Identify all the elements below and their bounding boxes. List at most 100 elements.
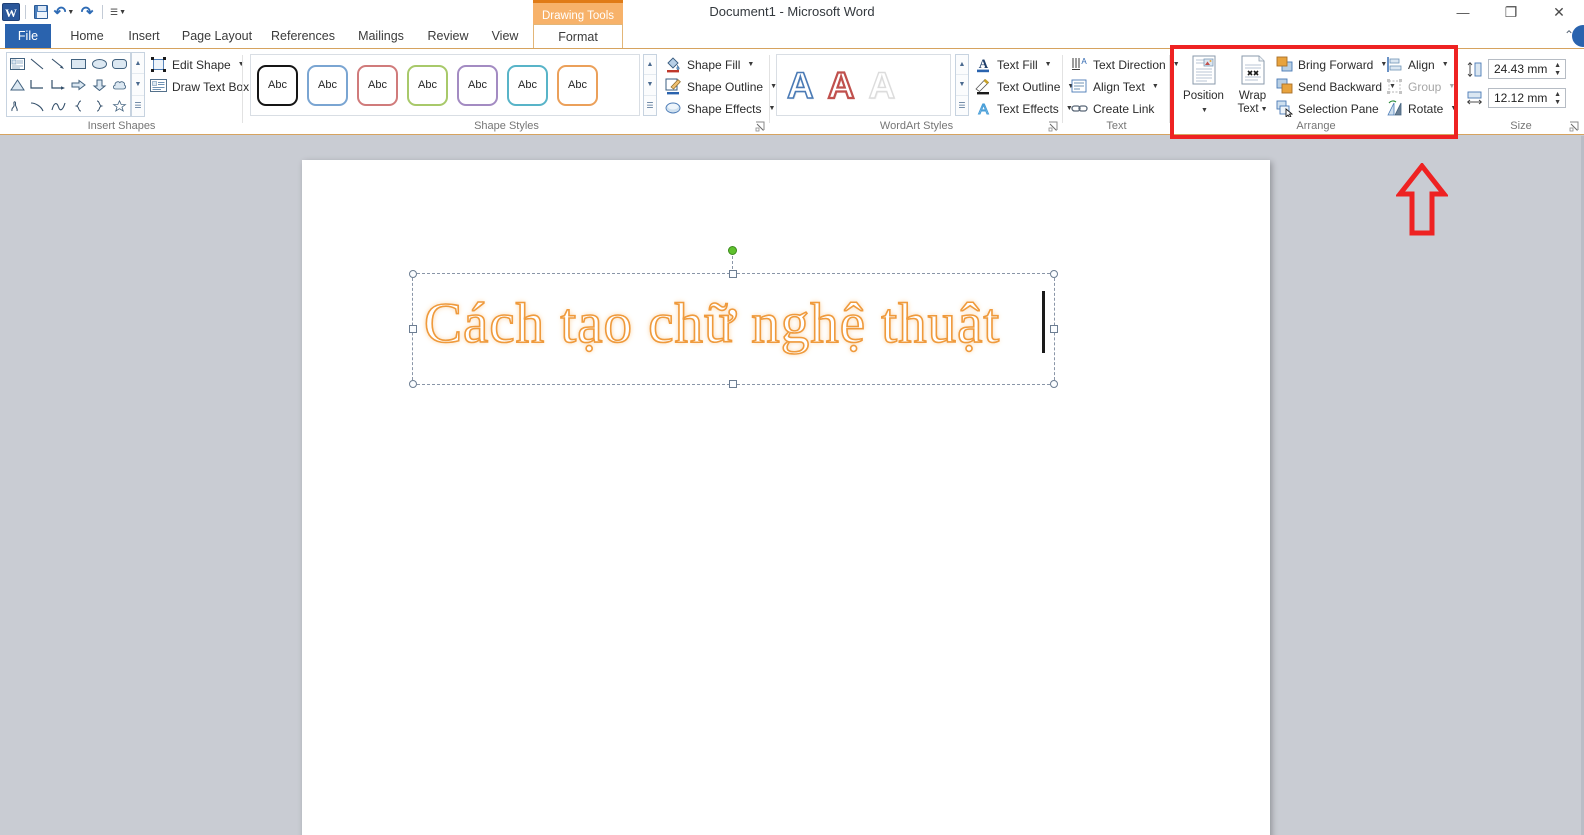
tab-insert[interactable]: Insert bbox=[118, 24, 170, 49]
shape-text-box-icon[interactable] bbox=[7, 53, 28, 74]
send-backward-button[interactable]: Send Backward ▼ bbox=[1276, 76, 1396, 97]
position-button[interactable]: Position ▼ bbox=[1180, 53, 1227, 117]
tab-mailings[interactable]: Mailings bbox=[347, 24, 415, 49]
shape-styles-scroll-down-icon[interactable]: ▼ bbox=[644, 75, 656, 96]
wordart-scroll-down-icon[interactable]: ▼ bbox=[956, 75, 968, 96]
shape-down-arrow-icon[interactable] bbox=[89, 74, 110, 95]
shape-elbow-arrow-connector-icon[interactable] bbox=[48, 74, 69, 95]
resize-handle-top-left[interactable] bbox=[409, 270, 417, 278]
wordart-thumb-3[interactable]: A bbox=[868, 66, 896, 104]
create-link-button[interactable]: Create Link bbox=[1071, 98, 1154, 119]
resize-handle-middle-left[interactable] bbox=[409, 325, 417, 333]
shape-cloud-icon[interactable] bbox=[110, 74, 131, 95]
tab-file[interactable]: File bbox=[5, 24, 51, 49]
resize-handle-bottom-center[interactable] bbox=[729, 380, 737, 388]
text-outline-button[interactable]: Text Outline ▼ bbox=[975, 76, 1074, 97]
shapes-more-icon[interactable]: ☰ bbox=[132, 96, 144, 116]
shape-style-thumb-3[interactable]: Abc bbox=[357, 64, 398, 106]
shape-styles-dialog-launcher[interactable] bbox=[755, 121, 766, 132]
shape-style-thumb-7[interactable]: Abc bbox=[557, 64, 598, 106]
shape-scribble-icon[interactable] bbox=[7, 95, 28, 116]
rotate-button[interactable]: Rotate ▼ bbox=[1386, 98, 1457, 119]
shape-style-thumb-4[interactable]: Abc bbox=[407, 64, 448, 106]
wordart-styles-scrollbar[interactable]: ▲ ▼ ☰ bbox=[955, 54, 969, 116]
wordart-scroll-up-icon[interactable]: ▲ bbox=[956, 55, 968, 76]
wordart-styles-gallery[interactable]: A A A bbox=[776, 54, 951, 116]
tab-view[interactable]: View bbox=[481, 24, 529, 49]
shape-fill-chevron-down-icon[interactable]: ▼ bbox=[747, 61, 754, 68]
word-app-icon[interactable]: W bbox=[2, 3, 20, 21]
shape-styles-scroll-up-icon[interactable]: ▲ bbox=[644, 55, 656, 76]
shape-oval-icon[interactable] bbox=[89, 53, 110, 74]
group-button[interactable]: Group ▼ bbox=[1386, 76, 1455, 97]
width-up-icon[interactable]: ▲ bbox=[1554, 91, 1561, 99]
help-circle-icon[interactable] bbox=[1572, 25, 1584, 47]
height-up-icon[interactable]: ▲ bbox=[1554, 62, 1561, 70]
resize-handle-middle-right[interactable] bbox=[1050, 325, 1058, 333]
save-button[interactable] bbox=[31, 2, 51, 22]
wrap-text-chevron-down-icon[interactable]: ▼ bbox=[1261, 103, 1268, 116]
wordart-text[interactable]: Cách tạo chữ nghệ thuật bbox=[423, 288, 1000, 360]
text-direction-button[interactable]: A Text Direction ▼ bbox=[1071, 54, 1180, 75]
resize-handle-bottom-right[interactable] bbox=[1050, 380, 1058, 388]
shape-style-thumb-1[interactable]: Abc bbox=[257, 64, 298, 106]
shape-style-thumb-2[interactable]: Abc bbox=[307, 64, 348, 106]
undo-button[interactable]: ↶ ▼ bbox=[54, 2, 75, 22]
shapes-scroll-down-icon[interactable]: ▼ bbox=[132, 74, 144, 96]
height-down-icon[interactable]: ▼ bbox=[1554, 70, 1561, 78]
shape-outline-button[interactable]: Shape Outline ▼ bbox=[665, 76, 777, 97]
undo-chevron-down-icon[interactable]: ▼ bbox=[67, 9, 74, 16]
shape-line-arrow-icon[interactable] bbox=[48, 53, 69, 74]
wordart-more-icon[interactable]: ☰ bbox=[956, 96, 968, 115]
text-effects-button[interactable]: A Text Effects ▼ bbox=[975, 98, 1073, 119]
align-chevron-down-icon[interactable]: ▼ bbox=[1442, 61, 1449, 68]
shape-star-icon[interactable] bbox=[110, 95, 131, 116]
position-chevron-down-icon[interactable]: ▼ bbox=[1201, 104, 1208, 117]
align-text-button[interactable]: Align Text ▼ bbox=[1071, 76, 1159, 97]
shape-width-stepper[interactable]: ▲ ▼ bbox=[1554, 90, 1561, 108]
shape-height-stepper[interactable]: ▲ ▼ bbox=[1554, 61, 1561, 79]
shape-height-input[interactable]: 24.43 mm ▲ ▼ bbox=[1488, 59, 1566, 79]
shapes-scroll-up-icon[interactable]: ▲ bbox=[132, 53, 144, 75]
shape-right-arrow-icon[interactable] bbox=[69, 74, 90, 95]
width-down-icon[interactable]: ▼ bbox=[1554, 99, 1561, 107]
shape-effects-button[interactable]: Shape Effects ▼ bbox=[665, 98, 775, 119]
rotate-handle[interactable] bbox=[728, 246, 737, 255]
tab-page-layout[interactable]: Page Layout bbox=[174, 24, 260, 49]
shape-styles-more-icon[interactable]: ☰ bbox=[644, 96, 656, 115]
shape-curve-icon[interactable] bbox=[48, 95, 69, 116]
tab-home[interactable]: Home bbox=[60, 24, 114, 49]
shape-isosceles-triangle-icon[interactable] bbox=[7, 74, 28, 95]
shape-rectangle-icon[interactable] bbox=[69, 53, 90, 74]
bring-forward-button[interactable]: Bring Forward ▼ bbox=[1276, 54, 1387, 75]
tab-format[interactable]: Format bbox=[533, 24, 623, 49]
shape-elbow-connector-icon[interactable] bbox=[28, 74, 49, 95]
align-button[interactable]: Align ▼ bbox=[1386, 54, 1449, 75]
redo-button[interactable]: ↷ bbox=[77, 2, 97, 22]
resize-handle-top-center[interactable] bbox=[729, 270, 737, 278]
restore-button[interactable]: ❐ bbox=[1502, 5, 1520, 19]
shape-style-thumb-5[interactable]: Abc bbox=[457, 64, 498, 106]
wrap-text-button[interactable]: Wrap Text ▼ bbox=[1229, 53, 1276, 117]
align-text-chevron-down-icon[interactable]: ▼ bbox=[1152, 83, 1159, 90]
document-page[interactable] bbox=[302, 160, 1270, 835]
selection-pane-button[interactable]: Selection Pane bbox=[1276, 98, 1379, 119]
shape-styles-scrollbar[interactable]: ▲ ▼ ☰ bbox=[643, 54, 657, 116]
shape-styles-gallery[interactable]: Abc Abc Abc Abc Abc Abc Abc bbox=[250, 54, 640, 116]
customize-qat-button[interactable]: ☰ ▼ bbox=[108, 2, 128, 22]
text-fill-chevron-down-icon[interactable]: ▼ bbox=[1045, 61, 1052, 68]
resize-handle-bottom-left[interactable] bbox=[409, 380, 417, 388]
shape-arc-icon[interactable] bbox=[28, 95, 49, 116]
close-button[interactable]: ✕ bbox=[1550, 5, 1568, 19]
shape-width-input[interactable]: 12.12 mm ▲ ▼ bbox=[1488, 88, 1566, 108]
shape-fill-button[interactable]: Shape Fill ▼ bbox=[665, 54, 754, 75]
text-fill-button[interactable]: A Text Fill ▼ bbox=[975, 54, 1052, 75]
wordart-styles-dialog-launcher[interactable] bbox=[1048, 121, 1059, 132]
tab-review[interactable]: Review bbox=[418, 24, 478, 49]
size-dialog-launcher[interactable] bbox=[1569, 121, 1580, 132]
edit-shape-button[interactable]: Edit Shape ▼ bbox=[150, 54, 245, 75]
shape-right-brace-icon[interactable] bbox=[89, 95, 110, 116]
shape-rounded-rectangle-icon[interactable] bbox=[110, 53, 131, 74]
shapes-gallery[interactable] bbox=[6, 52, 131, 117]
resize-handle-top-right[interactable] bbox=[1050, 270, 1058, 278]
